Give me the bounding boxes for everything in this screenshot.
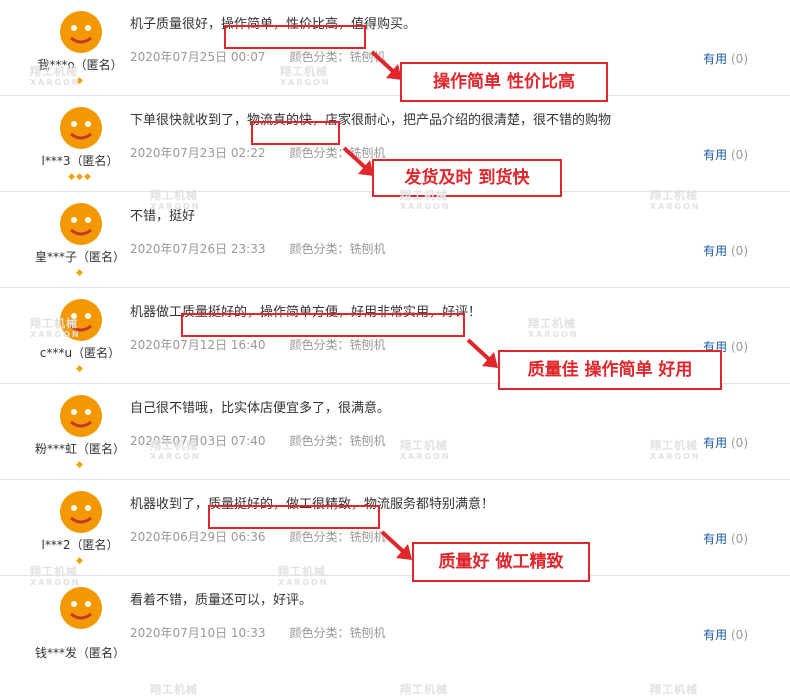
watermark: 翔工机械 XARGON	[30, 317, 81, 339]
review-date: 2020年06月29日 06:36	[130, 530, 266, 544]
reviewer-name: l***2（匿名）	[41, 538, 119, 552]
review-date: 2020年07月12日 16:40	[130, 338, 266, 352]
helpful-label: 有用	[703, 52, 728, 66]
watermark: 翔工机械	[650, 683, 698, 696]
helpful-count: (0)	[731, 532, 748, 546]
helpful-label: 有用	[703, 148, 728, 162]
review-meta: 2020年06月29日 06:36 颜色分类：铣刨机	[130, 528, 386, 545]
highlight-box	[224, 25, 366, 49]
review-text: 看着不错，质量还可以，好评。	[130, 593, 313, 608]
watermark: 翔工机械 XARGON	[650, 439, 701, 461]
helpful-button[interactable]: 有用 (0)	[703, 146, 748, 163]
helpful-label: 有用	[703, 532, 728, 546]
highlight-box	[181, 313, 465, 337]
user-avatar-icon	[60, 587, 102, 629]
reviewer-level-icon: ◆	[76, 268, 84, 278]
reviewer-level-icon: ◆	[76, 460, 84, 470]
review-color: 颜色分类：铣刨机	[289, 338, 386, 352]
review-color: 颜色分类：铣刨机	[289, 434, 386, 448]
watermark: 翔工机械 XARGON	[30, 65, 81, 87]
user-avatar-icon	[60, 203, 102, 245]
reviewer-name: c***u（匿名）	[39, 346, 121, 360]
review-item: 粉***虹（匿名） ◆ 自己很不错哦，比实体店便宜多了，很满意。 2020年07…	[0, 384, 790, 480]
helpful-count: (0)	[731, 148, 748, 162]
review-meta: 2020年07月25日 00:07 颜色分类：铣刨机	[130, 48, 386, 65]
helpful-label: 有用	[703, 628, 728, 642]
highlight-box	[208, 505, 380, 529]
review-date: 2020年07月26日 23:33	[130, 242, 266, 256]
helpful-count: (0)	[731, 52, 748, 66]
helpful-button[interactable]: 有用 (0)	[703, 242, 748, 259]
watermark: 翔工机械 XARGON	[400, 189, 451, 211]
callout-label: 质量好 做工精致	[412, 542, 590, 582]
callout-label: 质量佳 操作简单 好用	[498, 350, 722, 390]
helpful-button[interactable]: 有用 (0)	[703, 434, 748, 451]
helpful-button[interactable]: 有用 (0)	[703, 50, 748, 67]
user-avatar-icon	[60, 395, 102, 437]
helpful-count: (0)	[731, 628, 748, 642]
review-color: 颜色分类：铣刨机	[289, 530, 386, 544]
user-avatar-icon	[60, 491, 102, 533]
watermark: 翔工机械 XARGON	[280, 65, 331, 87]
reviewer-level-icon: ◆	[76, 364, 84, 374]
helpful-label: 有用	[703, 244, 728, 258]
review-meta: 2020年07月12日 16:40 颜色分类：铣刨机	[130, 336, 386, 353]
review-text: 自己很不错哦，比实体店便宜多了，很满意。	[130, 401, 391, 416]
watermark: 翔工机械 XARGON	[650, 189, 701, 211]
helpful-button[interactable]: 有用 (0)	[703, 530, 748, 547]
review-date: 2020年07月25日 00:07	[130, 50, 266, 64]
review-meta: 2020年07月10日 10:33 颜色分类：铣刨机	[130, 624, 386, 641]
review-color: 颜色分类：铣刨机	[289, 242, 386, 256]
review-meta: 2020年07月26日 23:33 颜色分类：铣刨机	[130, 240, 386, 257]
user-avatar-icon	[60, 11, 102, 53]
reviewer-name: 皇***子（匿名）	[34, 250, 125, 264]
review-text: 下单很快就收到了，物流真的快，店家很耐心，把产品介绍的很清楚，很不错的购物	[130, 113, 612, 128]
watermark: 翔工机械	[150, 683, 198, 696]
watermark: 翔工机械 XARGON	[30, 565, 81, 587]
watermark: 翔工机械	[400, 683, 448, 696]
watermark: 翔工机械 XARGON	[528, 317, 579, 339]
reviewer-name: 粉***虹（匿名）	[34, 442, 125, 456]
helpful-count: (0)	[731, 244, 748, 258]
review-date: 2020年07月10日 10:33	[130, 626, 266, 640]
watermark: 翔工机械 XARGON	[150, 189, 201, 211]
helpful-button[interactable]: 有用 (0)	[703, 626, 748, 643]
helpful-count: (0)	[731, 436, 748, 450]
review-item: 钱***发（匿名） 看着不错，质量还可以，好评。 2020年07月10日 10:…	[0, 576, 790, 672]
watermark: 翔工机械 XARGON	[400, 439, 451, 461]
watermark: 翔工机械 XARGON	[150, 439, 201, 461]
highlight-box	[251, 121, 340, 145]
review-color: 颜色分类：铣刨机	[289, 626, 386, 640]
reviewer-name: 钱***发（匿名）	[34, 646, 125, 660]
helpful-label: 有用	[703, 436, 728, 450]
watermark: 翔工机械 XARGON	[278, 565, 329, 587]
callout-label: 操作简单 性价比高	[400, 62, 608, 102]
user-avatar-icon	[60, 107, 102, 149]
reviewer-name: l***3（匿名）	[41, 154, 119, 168]
reviewer-level-icon: ◆◆◆	[68, 172, 92, 182]
helpful-count: (0)	[731, 340, 748, 354]
review-date: 2020年07月23日 02:22	[130, 146, 266, 160]
